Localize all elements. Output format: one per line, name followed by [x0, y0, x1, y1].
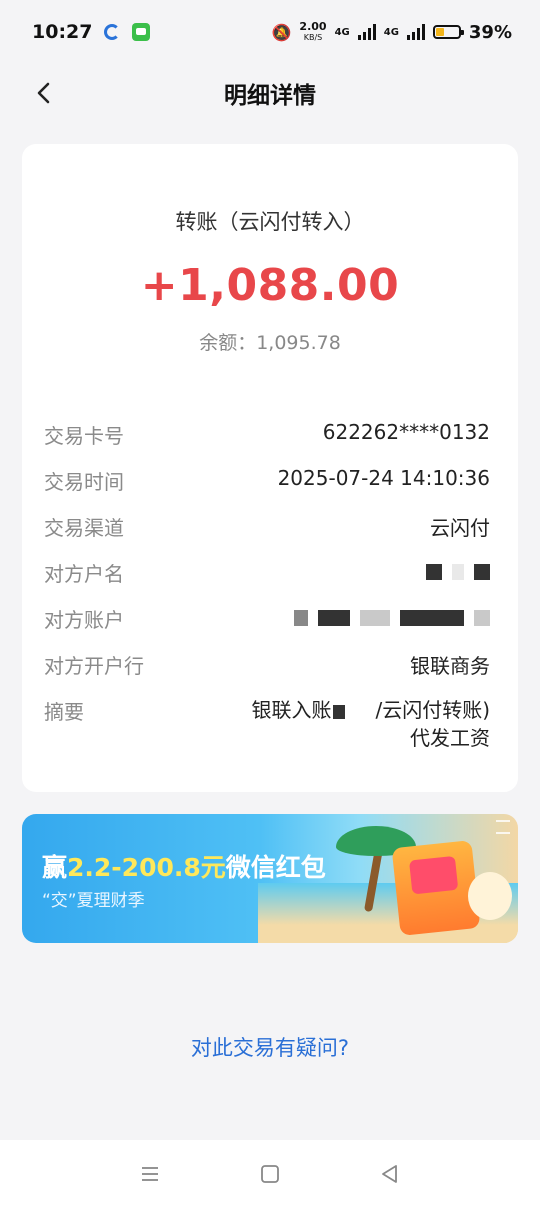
detail-value: 622262****0132	[322, 420, 490, 444]
redaction-block	[474, 610, 490, 626]
battery-fill	[435, 28, 445, 36]
banner-title-prefix: 赢	[42, 853, 68, 882]
detail-label: 对方开户行	[44, 654, 144, 678]
detail-row-card: 交易卡号 622262****0132	[44, 420, 490, 466]
detail-value: 2025-07-24 14:10:36	[277, 466, 490, 490]
banner-title: 赢2.2-200.8元微信红包	[42, 848, 326, 884]
red-envelope-icon	[408, 855, 459, 895]
gift-box-icon	[391, 840, 481, 936]
page-header: 明细详情	[0, 64, 540, 122]
detail-row-summary: 摘要 银联入账/云闪付转账)代发工资	[44, 696, 490, 766]
summary-part-1: 银联入账	[251, 698, 332, 722]
transaction-amount: +1,088.00	[140, 260, 400, 311]
network-type-2: 4G	[383, 26, 399, 38]
home-button[interactable]	[250, 1154, 290, 1194]
detail-row-payer-account: 对方账户	[44, 604, 490, 650]
network-type-1: 4G	[334, 26, 350, 38]
redaction-block	[318, 610, 350, 626]
system-nav-bar	[0, 1140, 540, 1207]
transaction-card: 转账（云闪付转入） +1,088.00 余额：1,095.78 交易卡号 622…	[22, 144, 518, 792]
detail-label: 对方账户	[44, 608, 124, 632]
transaction-question-link[interactable]: 对此交易有疑问?	[0, 1032, 540, 1062]
redaction-block	[452, 564, 464, 580]
signal-2-icon	[406, 24, 425, 40]
redaction-block	[360, 610, 390, 626]
summary-part-2: /云闪付转账)代发工资	[375, 698, 490, 750]
banner-menu-icon[interactable]	[496, 820, 510, 834]
recent-apps-button[interactable]	[130, 1154, 170, 1194]
detail-label: 对方户名	[44, 562, 124, 586]
mascot-icon	[468, 872, 512, 920]
promo-banner[interactable]: 赢2.2-200.8元微信红包 “交”夏理财季	[22, 814, 518, 943]
status-left: 10:27	[32, 21, 151, 43]
back-button[interactable]	[30, 78, 60, 108]
menu-lines-icon	[142, 1166, 158, 1181]
back-nav-button[interactable]	[370, 1154, 410, 1194]
detail-value: 云闪付	[430, 516, 490, 540]
banner-subtitle: “交”夏理财季	[42, 891, 145, 911]
battery-percent: 39%	[468, 21, 512, 43]
square-icon	[261, 1164, 279, 1183]
chevron-left-icon	[37, 82, 50, 104]
account-balance: 余额：1,095.78	[199, 332, 341, 354]
page-title: 明细详情	[224, 83, 316, 109]
redaction-block	[400, 610, 464, 626]
status-right: 🔕 2.00 KB/S 4G 4G 39%	[272, 21, 513, 43]
message-notification-icon	[132, 23, 151, 41]
transaction-details: 交易卡号 622262****0132 交易时间 2025-07-24 14:1…	[44, 420, 490, 766]
network-speed: 2.00 KB/S	[299, 21, 326, 43]
status-bar: 10:27 🔕 2.00 KB/S 4G 4G 39%	[0, 0, 540, 64]
detail-row-time: 交易时间 2025-07-24 14:10:36	[44, 466, 490, 512]
triangle-back-icon	[382, 1164, 397, 1183]
redaction-block	[426, 564, 442, 580]
network-speed-unit: KB/S	[303, 33, 323, 42]
banner-title-suffix: 微信红包	[225, 853, 326, 882]
detail-label: 交易时间	[44, 470, 124, 494]
detail-row-channel: 交易渠道 云闪付	[44, 512, 490, 558]
transaction-type: 转账（云闪付转入）	[175, 210, 365, 234]
redacted-payer-name	[426, 558, 490, 586]
detail-label: 摘要	[44, 700, 84, 724]
banner-title-number: 2.2-200.8元	[67, 853, 226, 882]
detail-row-payer-name: 对方户名	[44, 558, 490, 604]
redaction-block	[294, 610, 308, 626]
signal-1-icon	[357, 24, 376, 40]
battery-icon	[432, 25, 464, 39]
app-notification-icon	[104, 24, 121, 40]
redacted-payer-account	[294, 604, 490, 632]
detail-label: 交易渠道	[44, 516, 124, 540]
detail-label: 交易卡号	[44, 424, 124, 448]
detail-value: 银联商务	[410, 654, 490, 678]
detail-value-summary: 银联入账/云闪付转账)代发工资	[240, 696, 490, 752]
mute-bell-icon: 🔕	[271, 22, 292, 42]
redaction-block	[474, 564, 490, 580]
detail-row-payer-bank: 对方开户行 银联商务	[44, 650, 490, 696]
status-time: 10:27	[32, 21, 93, 43]
redaction-block	[333, 704, 346, 719]
